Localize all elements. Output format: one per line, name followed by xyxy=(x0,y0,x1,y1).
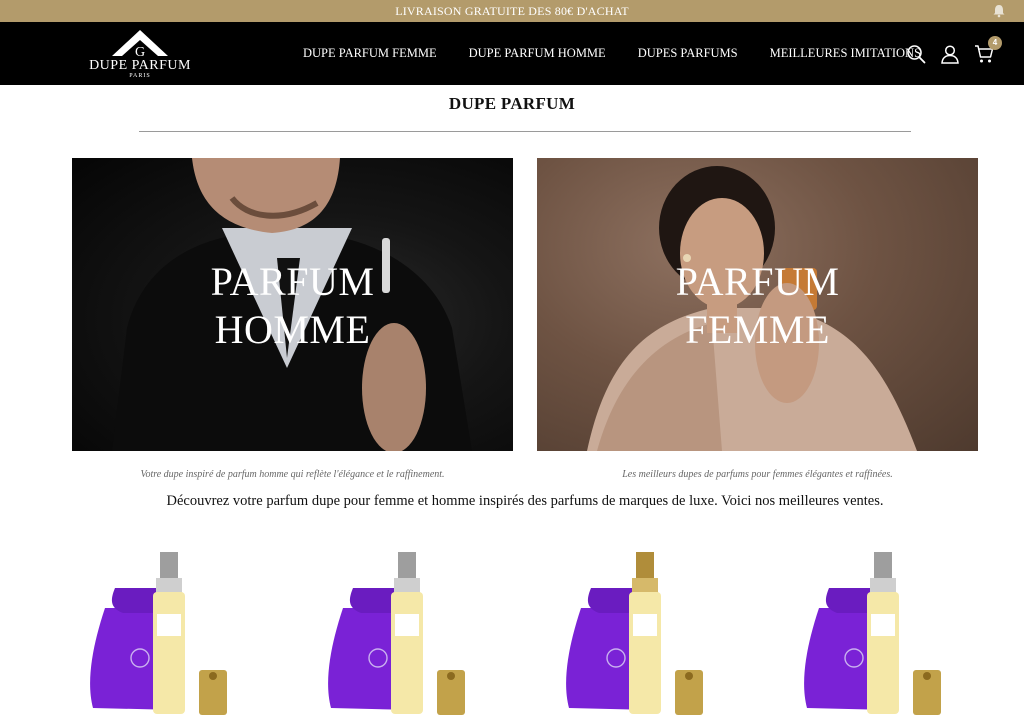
logo-roof-mark: G xyxy=(112,30,168,58)
main-navigation: G DUPE PARFUM PARIS DUPE PARFUM FEMME DU… xyxy=(0,22,1024,85)
user-account-icon[interactable] xyxy=(940,44,960,64)
cart-count-badge: 4 xyxy=(988,35,1002,50)
cart-button[interactable]: 4 xyxy=(974,35,1002,64)
product-image xyxy=(328,552,465,715)
page-title: DUPE PARFUM xyxy=(448,94,576,113)
site-logo[interactable]: G DUPE PARFUM PARIS xyxy=(84,28,196,82)
nav-item-dupe-parfum-femme[interactable]: DUPE PARFUM FEMME xyxy=(303,46,437,61)
main-menu: DUPE PARFUM FEMME DUPE PARFUM HOMME DUPE… xyxy=(303,22,953,85)
category-title-homme: PARFUM HOMME xyxy=(72,258,513,354)
category-title-femme: PARFUM FEMME xyxy=(537,258,978,354)
intro-text: Découvrez votre parfum dupe pour femme e… xyxy=(166,493,884,509)
best-sellers-grid xyxy=(0,548,1024,717)
header-icons: 4 xyxy=(906,22,1002,85)
category-card-parfum-femme[interactable]: PARFUM FEMME xyxy=(537,158,978,451)
product-card[interactable] xyxy=(799,548,949,717)
product-card[interactable] xyxy=(561,548,711,717)
announcement-text: LIVRAISON GRATUITE DES 80€ D'ACHAT xyxy=(395,4,629,18)
product-card[interactable] xyxy=(323,548,473,717)
announcement-bar: LIVRAISON GRATUITE DES 80€ D'ACHAT xyxy=(0,0,1024,22)
product-image xyxy=(566,552,703,715)
logo-subtitle: PARIS xyxy=(129,73,151,79)
category-title-line-1: PARFUM xyxy=(210,259,375,304)
category-card-parfum-homme[interactable]: PARFUM HOMME xyxy=(72,158,513,451)
category-title-line-2: HOMME xyxy=(214,307,371,352)
search-icon[interactable] xyxy=(906,44,926,64)
category-caption-femme: Les meilleurs dupes de parfums pour femm… xyxy=(622,469,893,480)
product-image xyxy=(90,552,227,715)
category-title-line-1: PARFUM xyxy=(675,259,840,304)
product-image xyxy=(804,552,941,715)
category-caption-homme: Votre dupe inspiré de parfum homme qui r… xyxy=(140,469,445,480)
logo-brand: DUPE PARFUM xyxy=(89,58,191,73)
category-title-line-2: FEMME xyxy=(685,307,830,352)
nav-item-dupe-parfum-homme[interactable]: DUPE PARFUM HOMME xyxy=(469,46,606,61)
title-divider xyxy=(139,131,911,132)
logo-letter: G xyxy=(135,45,145,58)
nav-item-meilleures-imitations[interactable]: MEILLEURES IMITATIONS xyxy=(770,46,921,61)
bell-icon[interactable] xyxy=(992,4,1006,18)
nav-item-dupes-parfums[interactable]: DUPES PARFUMS xyxy=(638,46,738,61)
product-card[interactable] xyxy=(85,548,235,717)
